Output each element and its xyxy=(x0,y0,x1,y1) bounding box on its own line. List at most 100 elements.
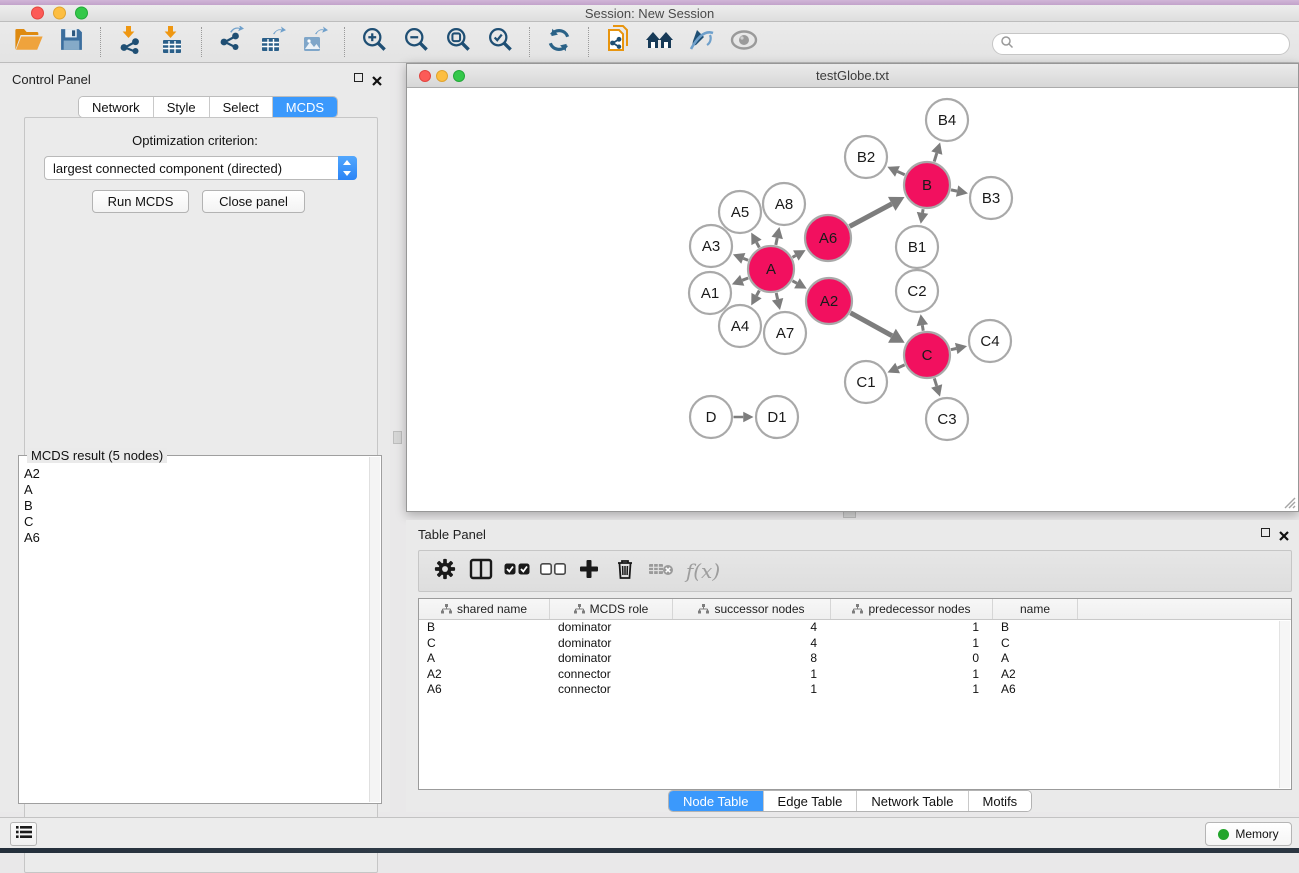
edge-B-B1[interactable] xyxy=(923,209,924,213)
tab-style[interactable]: Style xyxy=(154,97,210,117)
tab-network-table[interactable]: Network Table xyxy=(857,791,968,811)
table-cell[interactable]: C xyxy=(993,636,1078,652)
tab-mcds[interactable]: MCDS xyxy=(273,97,337,117)
column-header-shared-name[interactable]: shared name xyxy=(419,599,550,619)
zoom-selected-button[interactable] xyxy=(479,24,521,60)
deselect-all-button[interactable] xyxy=(535,554,571,588)
edge-A-A7[interactable] xyxy=(776,293,777,299)
table-cell[interactable]: 4 xyxy=(673,620,831,636)
zoom-out-button[interactable] xyxy=(395,24,437,60)
table-cell[interactable]: dominator xyxy=(550,636,673,652)
task-history-button[interactable] xyxy=(10,822,37,846)
tab-motifs[interactable]: Motifs xyxy=(969,791,1032,811)
table-cell[interactable]: 1 xyxy=(831,620,993,636)
search-input[interactable] xyxy=(1014,37,1289,51)
column-header-MCDS-role[interactable]: MCDS role xyxy=(550,599,673,619)
close-table-panel-icon[interactable] xyxy=(1279,528,1289,546)
mcds-result-item[interactable]: A6 xyxy=(21,530,368,546)
table-cell[interactable]: 8 xyxy=(673,651,831,667)
table-cell[interactable]: 1 xyxy=(673,667,831,683)
mcds-result-item[interactable]: A2 xyxy=(21,466,368,482)
table-cell[interactable]: 4 xyxy=(673,636,831,652)
table-cell[interactable]: A xyxy=(419,651,550,667)
tab-edge-table[interactable]: Edge Table xyxy=(764,791,858,811)
edge-A-A8[interactable] xyxy=(776,238,777,245)
edge-C-C3[interactable] xyxy=(934,378,936,386)
network-canvas[interactable]: B4B2BB3A8A5A6A3B1AC2A1A2A4A7C4CC1DD1C3 xyxy=(407,88,1298,511)
table-cell[interactable]: 1 xyxy=(673,682,831,698)
edge-A2-C[interactable] xyxy=(850,313,892,336)
clone-network-button[interactable] xyxy=(597,24,639,60)
table-cell[interactable]: A xyxy=(993,651,1078,667)
run-mcds-button[interactable]: Run MCDS xyxy=(92,190,189,213)
export-network-button[interactable] xyxy=(210,24,252,60)
float-table-panel-icon[interactable] xyxy=(1261,528,1270,537)
edge-B-B2[interactable] xyxy=(897,171,904,174)
vertical-splitter-handle[interactable] xyxy=(393,431,402,444)
table-row[interactable]: A2connector11A2 xyxy=(419,667,1291,683)
table-settings-button[interactable] xyxy=(427,554,463,588)
criterion-dropdown[interactable]: largest connected component (directed) xyxy=(44,156,357,180)
close-panel-icon[interactable] xyxy=(372,73,382,91)
hide-graphics-button[interactable] xyxy=(681,24,723,60)
search-field[interactable] xyxy=(992,33,1290,55)
table-cell[interactable]: 1 xyxy=(831,667,993,683)
mcds-result-list[interactable]: A2ABCA6 xyxy=(21,466,368,801)
save-session-button[interactable] xyxy=(50,24,92,60)
select-all-button[interactable] xyxy=(499,554,535,588)
edge-B-B4[interactable] xyxy=(934,153,937,162)
table-cell[interactable]: connector xyxy=(550,682,673,698)
mcds-result-item[interactable]: C xyxy=(21,514,368,530)
table-cell[interactable]: A6 xyxy=(993,682,1078,698)
node-table[interactable]: shared nameMCDS rolesuccessor nodesprede… xyxy=(418,598,1292,790)
memory-button[interactable]: Memory xyxy=(1205,822,1292,846)
zoom-fit-button[interactable] xyxy=(437,24,479,60)
add-column-button[interactable] xyxy=(571,554,607,588)
tab-select[interactable]: Select xyxy=(210,97,273,117)
table-cell[interactable]: dominator xyxy=(550,620,673,636)
import-network-button[interactable] xyxy=(109,24,151,60)
open-file-button[interactable] xyxy=(8,24,50,60)
edge-A-A1[interactable] xyxy=(742,278,748,280)
edge-A-A5[interactable] xyxy=(757,242,760,247)
table-cell[interactable]: B xyxy=(993,620,1078,636)
close-panel-button[interactable]: Close panel xyxy=(202,190,305,213)
column-header-name[interactable]: name xyxy=(993,599,1078,619)
table-cell[interactable]: B xyxy=(419,620,550,636)
column-header-predecessor-nodes[interactable]: predecessor nodes xyxy=(831,599,993,619)
table-cell[interactable]: A2 xyxy=(419,667,550,683)
edge-C-C4[interactable] xyxy=(951,349,956,350)
table-row[interactable]: Bdominator41B xyxy=(419,620,1291,636)
edge-A-A2[interactable] xyxy=(792,281,797,283)
edge-C-C1[interactable] xyxy=(898,365,905,368)
table-cell[interactable]: C xyxy=(419,636,550,652)
table-row[interactable]: Cdominator41C xyxy=(419,636,1291,652)
table-cell[interactable]: A2 xyxy=(993,667,1078,683)
edge-C-C2[interactable] xyxy=(922,325,923,331)
edge-A-A6[interactable] xyxy=(793,255,796,257)
table-cell[interactable]: 1 xyxy=(831,636,993,652)
table-scrollbar[interactable] xyxy=(1279,621,1290,788)
function-builder-button[interactable]: f(x) xyxy=(679,554,727,588)
float-panel-icon[interactable] xyxy=(354,73,363,82)
home-button[interactable] xyxy=(639,24,681,60)
edge-A-A3[interactable] xyxy=(743,258,748,260)
export-table-button[interactable] xyxy=(252,24,294,60)
edge-A6-B[interactable] xyxy=(850,204,892,227)
table-cell[interactable]: dominator xyxy=(550,651,673,667)
table-cell[interactable]: A6 xyxy=(419,682,550,698)
edge-B-B3[interactable] xyxy=(951,190,957,191)
table-row[interactable]: Adominator80A xyxy=(419,651,1291,667)
show-columns-button[interactable] xyxy=(463,554,499,588)
delete-column-button[interactable] xyxy=(607,554,643,588)
refresh-button[interactable] xyxy=(538,24,580,60)
table-cell[interactable]: 1 xyxy=(831,682,993,698)
horizontal-splitter-handle[interactable] xyxy=(843,511,856,518)
import-table-button[interactable] xyxy=(151,24,193,60)
mcds-result-item[interactable]: B xyxy=(21,498,368,514)
show-graphics-button[interactable] xyxy=(723,24,765,60)
table-cell[interactable]: 0 xyxy=(831,651,993,667)
table-row[interactable]: A6connector11A6 xyxy=(419,682,1291,698)
export-image-button[interactable] xyxy=(294,24,336,60)
result-scrollbar[interactable] xyxy=(369,457,380,802)
